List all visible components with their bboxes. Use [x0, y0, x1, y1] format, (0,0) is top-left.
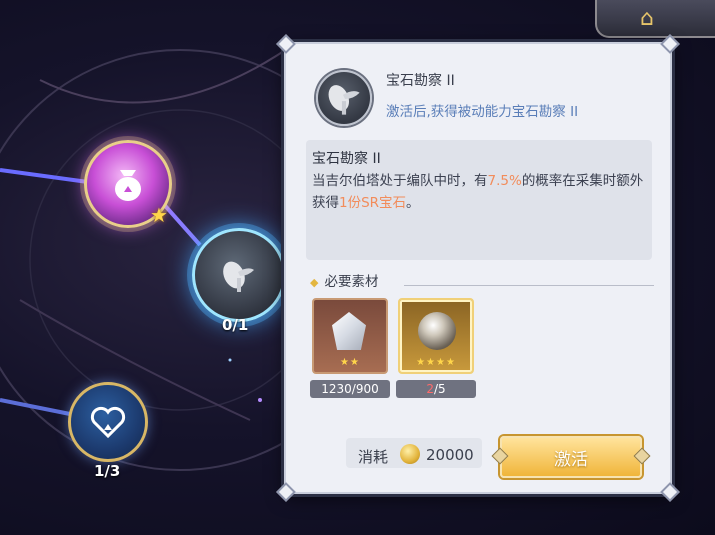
divider — [404, 285, 654, 286]
owned-count: 1230 — [321, 382, 352, 396]
materials-header: ◆ 必要素材 — [310, 270, 378, 290]
rarity-stars: ★★ — [340, 357, 360, 368]
chance-highlight: 7.5% — [487, 173, 522, 189]
top-tab-button[interactable]: ⌂ — [595, 0, 715, 38]
diamond-icon: ◆ — [310, 276, 319, 289]
orb-icon — [418, 312, 456, 350]
skill-icon — [316, 70, 372, 126]
description-part: 当吉尔伯塔处于编队中时，有 — [312, 173, 488, 189]
skill-detail-panel: 宝石勘察 II 激活后,获得被动能力宝石勘察 II 宝石勘察 II 当吉尔伯塔处… — [276, 34, 680, 502]
heart-node-progress: 1/3 — [94, 462, 121, 480]
material-count: 2/5 — [396, 380, 476, 398]
skill-node-heart[interactable] — [68, 382, 148, 462]
gem-survey-icon — [328, 85, 360, 115]
reward-highlight: 1份SR宝石 — [339, 195, 407, 211]
bag-icon — [115, 170, 141, 201]
skill-description-box: 宝石勘察 II 当吉尔伯塔处于编队中时，有7.5%的概率在采集时额外获得1份SR… — [306, 140, 652, 260]
crystal-icon — [332, 312, 366, 350]
description-text: 当吉尔伯塔处于编队中时，有7.5%的概率在采集时额外获得1份SR宝石。 — [312, 170, 648, 214]
skill-name: 宝石勘察 II — [386, 73, 455, 89]
skill-subtitle: 激活后,获得被动能力宝石勘察 II — [386, 104, 579, 120]
gem-node-progress: 0/1 — [222, 316, 249, 334]
material-count: 1230/900 — [310, 380, 390, 398]
material-slot-orb[interactable]: ★★★★ — [398, 298, 474, 374]
rarity-stars: ★★★★ — [416, 357, 456, 368]
required-count: 900 — [355, 382, 379, 396]
heart-icon — [90, 406, 126, 439]
required-count: 5 — [438, 382, 446, 396]
skill-node-gem-survey[interactable] — [192, 228, 286, 322]
activate-button[interactable]: 激活 — [500, 436, 642, 478]
gem-survey-icon — [223, 261, 254, 292]
owned-count: 2 — [426, 382, 434, 396]
coin-icon — [400, 444, 420, 464]
description-title: 宝石勘察 II — [312, 151, 381, 167]
materials-header-label: 必要素材 — [324, 274, 379, 290]
description-part: 。 — [406, 195, 420, 211]
home-icon: ⌂ — [640, 5, 654, 31]
star-icon: ★ — [150, 203, 168, 227]
cost-value: 20000 — [426, 446, 474, 464]
material-slot-crystal[interactable]: ★★ — [312, 298, 388, 374]
tree-connector — [0, 168, 89, 184]
cost-label: 消耗 — [358, 448, 389, 466]
